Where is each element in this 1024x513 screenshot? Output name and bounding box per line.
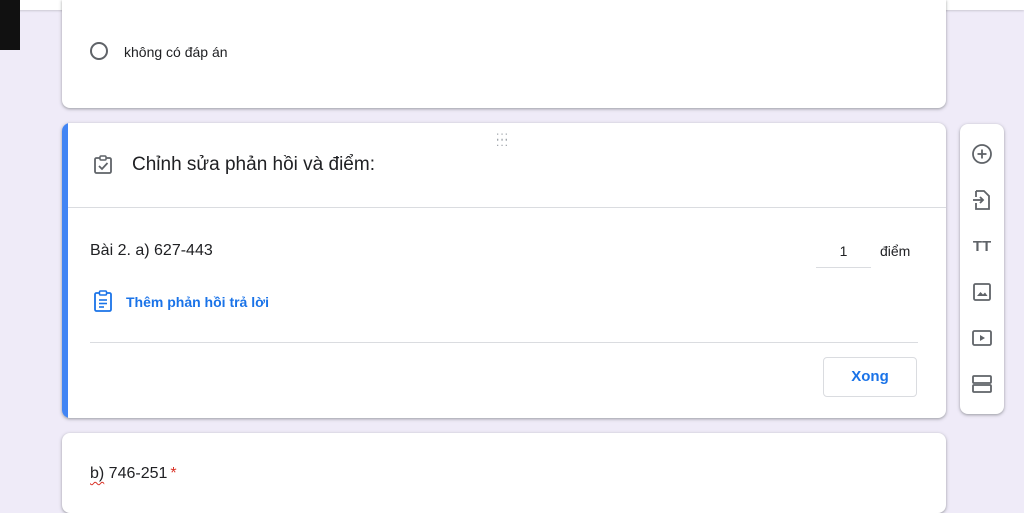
divider: [68, 207, 946, 208]
add-question-icon: [972, 144, 992, 164]
next-question-card: b) 746-251 *: [62, 433, 946, 513]
option-radio[interactable]: [90, 42, 108, 60]
add-question-button[interactable]: [970, 142, 994, 166]
add-feedback-link[interactable]: Thêm phản hồi trả lời: [126, 294, 269, 310]
active-card-indicator: [62, 123, 68, 418]
points-input[interactable]: 1: [816, 237, 871, 268]
points-unit-label: điểm: [880, 243, 911, 259]
previous-question-card: không có đáp án: [62, 0, 946, 108]
import-questions-button[interactable]: [970, 188, 994, 212]
overlay-corner: [0, 0, 20, 50]
add-image-button[interactable]: [970, 280, 994, 304]
option-label: không có đáp án: [124, 44, 228, 60]
done-button[interactable]: Xong: [823, 357, 917, 397]
question-body: 746-251: [104, 465, 168, 482]
checkbox-answer-key-icon: [94, 155, 112, 174]
drag-handle-icon[interactable]: ::::::: [496, 130, 509, 148]
add-video-button[interactable]: [970, 326, 994, 350]
required-asterisk: *: [170, 465, 177, 482]
add-section-icon: [972, 375, 992, 393]
answer-key-card: :::::: Chỉnh sửa phản hồi và điểm: Bài 2…: [62, 123, 946, 418]
import-questions-icon: [973, 190, 990, 210]
question-text: Bài 2. a) 627-443: [90, 242, 213, 259]
side-toolbar: TT: [960, 124, 1004, 414]
card-title: Chỉnh sửa phản hồi và điểm:: [132, 154, 375, 175]
next-question-text: b) 746-251 *: [90, 465, 177, 483]
add-image-icon: [973, 283, 991, 301]
add-section-button[interactable]: [970, 372, 994, 396]
add-title-button[interactable]: TT: [970, 234, 994, 258]
add-video-icon: [972, 330, 992, 346]
add-title-icon: TT: [972, 237, 992, 255]
feedback-clipboard-icon[interactable]: [93, 290, 113, 312]
question-prefix: b): [90, 465, 105, 482]
divider: [90, 342, 918, 343]
